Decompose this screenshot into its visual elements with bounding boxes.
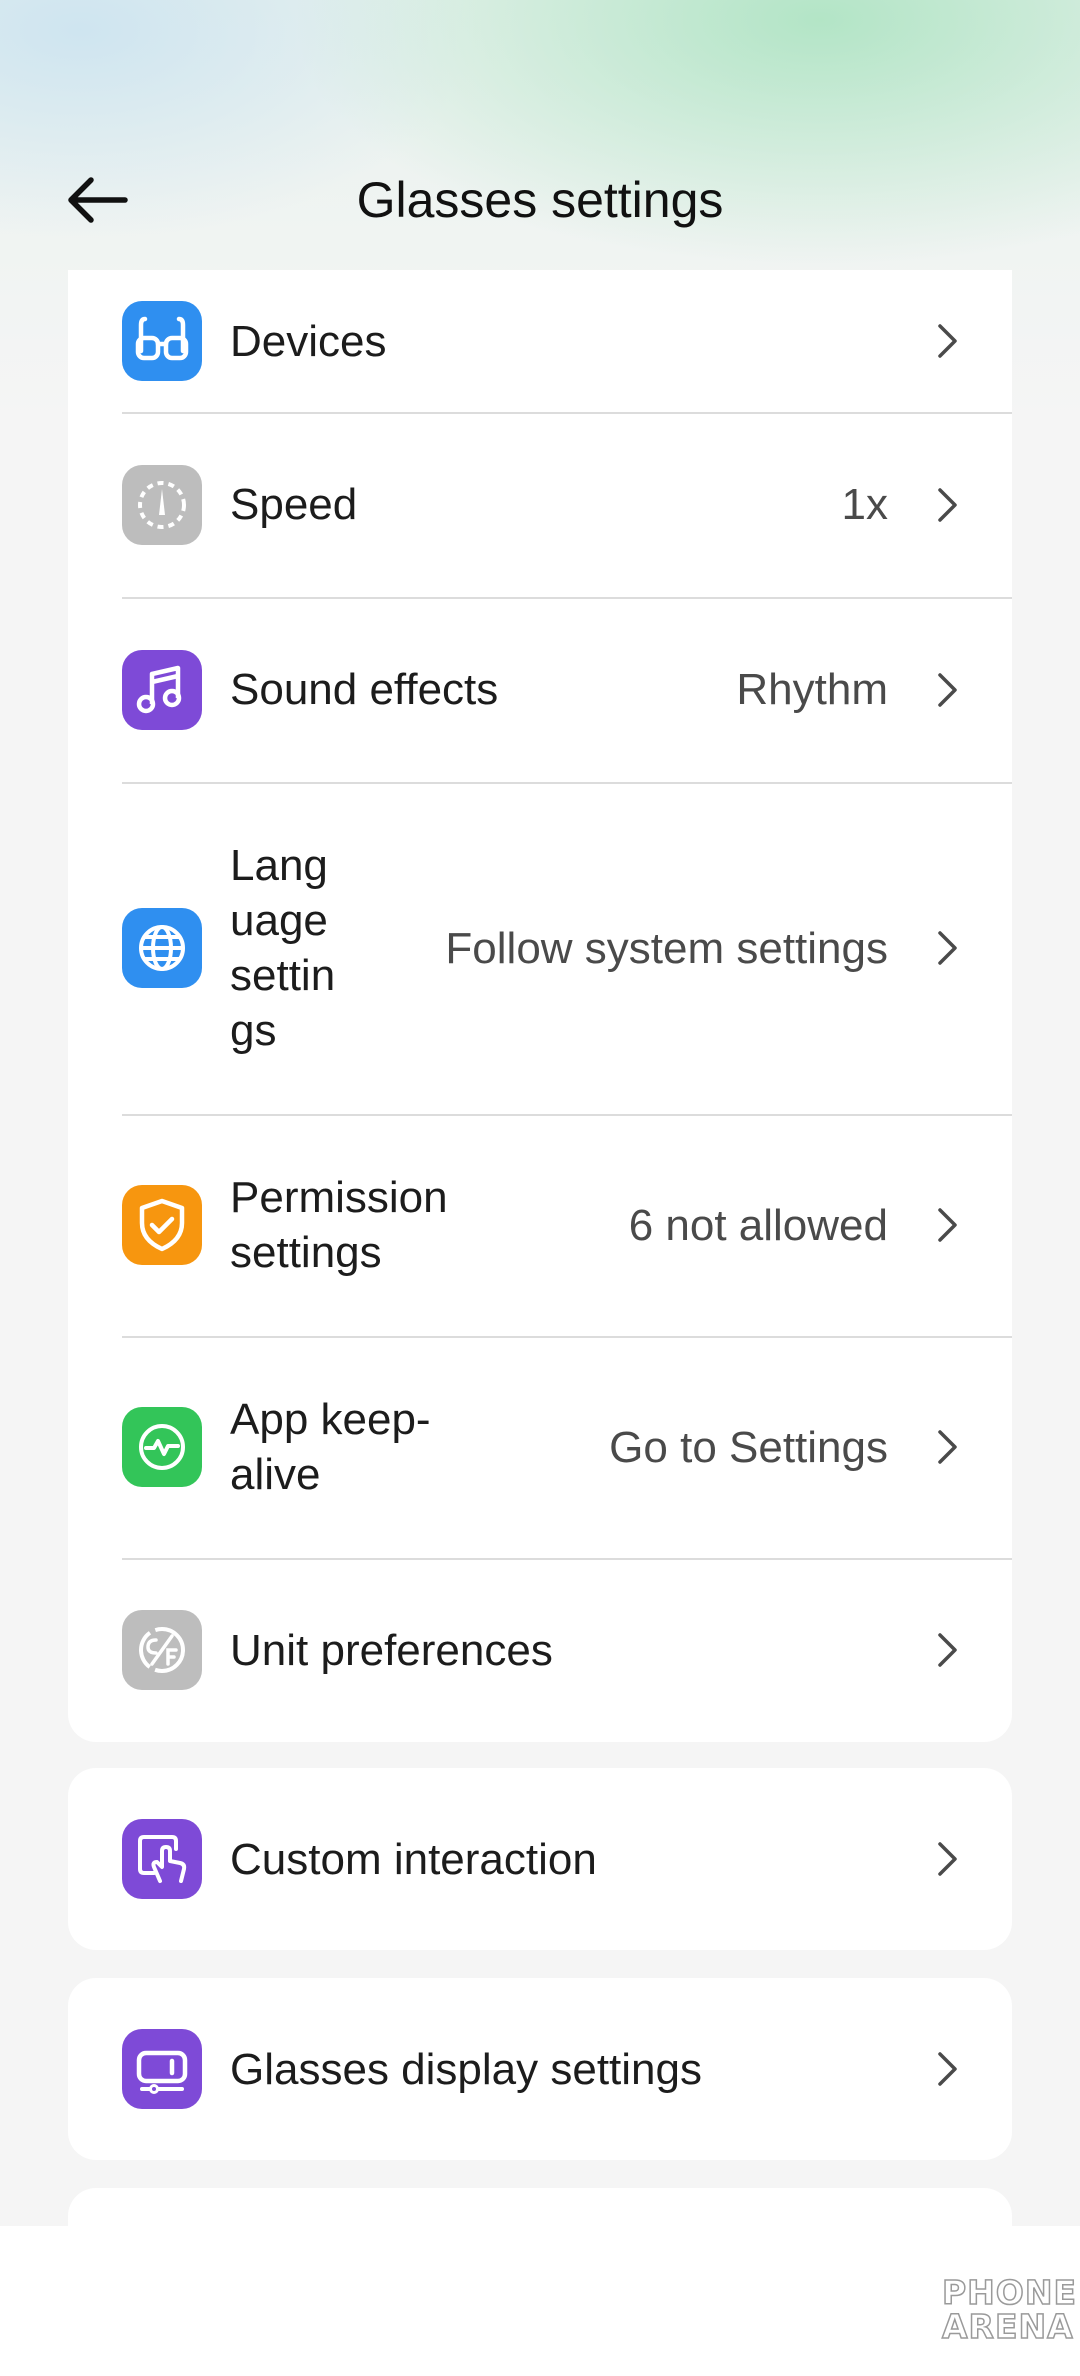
settings-row-label: App keep-alive xyxy=(230,1395,431,1499)
app-keep-alive-value: Go to Settings xyxy=(609,1422,888,1472)
settings-row-label: Permission settings xyxy=(230,1173,448,1277)
chevron-right-icon xyxy=(928,321,968,361)
glasses-icon xyxy=(122,301,202,381)
permissions-value: 6 not allowed xyxy=(628,1200,888,1250)
display-adjust-icon xyxy=(122,2029,202,2109)
settings-row-app-keep-alive[interactable]: App keep-alive Go to Settings xyxy=(68,1336,1012,1558)
music-note-icon xyxy=(122,649,202,730)
watermark-line: PHONE xyxy=(941,2273,1078,2312)
speedometer-icon xyxy=(122,464,202,545)
shield-check-icon xyxy=(122,1185,202,1265)
heartbeat-icon xyxy=(122,1407,202,1487)
settings-row-label: Speed xyxy=(230,480,358,529)
touch-gesture-icon xyxy=(122,1819,202,1899)
settings-row-label: Devices xyxy=(230,316,387,366)
chevron-right-icon xyxy=(928,1427,968,1467)
settings-row-label: Custom interaction xyxy=(230,1834,597,1884)
settings-row-speed[interactable]: Speed 1x xyxy=(68,412,1012,597)
chevron-right-icon xyxy=(928,485,968,525)
settings-row-sound-effects[interactable]: Sound effects Rhythm xyxy=(68,597,1012,782)
settings-row-glasses-display[interactable]: Glasses display settings xyxy=(68,1978,1012,2160)
settings-row-label: Sound effects xyxy=(230,665,499,714)
chevron-right-icon xyxy=(928,1630,968,1670)
globe-icon xyxy=(122,908,202,988)
speed-value: 1x xyxy=(841,480,888,529)
settings-card-display: Glasses display settings xyxy=(68,1978,1012,2160)
settings-card-general: Devices Speed 1x Sound effects Rhythm La… xyxy=(68,270,1012,1742)
settings-row-unit-preferences[interactable]: Unit preferences xyxy=(68,1558,1012,1742)
sound-effects-value: Rhythm xyxy=(736,665,888,714)
settings-row-permissions[interactable]: Permission settings 6 not allowed xyxy=(68,1114,1012,1336)
settings-row-custom-interaction[interactable]: Custom interaction xyxy=(68,1768,1012,1950)
settings-row-label: Unit preferences xyxy=(230,1625,553,1675)
settings-row-label: Glasses display settings xyxy=(230,2044,702,2094)
settings-row-label: Lang uage settin gs xyxy=(230,841,336,1055)
bottom-area xyxy=(0,2226,1080,2376)
temperature-unit-icon xyxy=(122,1610,202,1690)
language-value: Follow system settings xyxy=(445,923,888,973)
settings-card-interaction: Custom interaction xyxy=(68,1768,1012,1950)
watermark-logo: PHONE ARENA xyxy=(941,2273,1078,2346)
chevron-right-icon xyxy=(928,1205,968,1245)
page-title: Glasses settings xyxy=(356,172,724,228)
settings-row-language[interactable]: Lang uage settin gs Follow system settin… xyxy=(68,782,1012,1114)
chevron-right-icon xyxy=(928,2049,968,2089)
watermark-line: ARENA xyxy=(941,2307,1074,2346)
chevron-right-icon xyxy=(928,928,968,968)
chevron-right-icon xyxy=(928,1839,968,1879)
chevron-right-icon xyxy=(928,670,968,710)
header-bar: Glasses settings xyxy=(0,140,1080,260)
settings-row-devices[interactable]: Devices xyxy=(68,270,1012,412)
